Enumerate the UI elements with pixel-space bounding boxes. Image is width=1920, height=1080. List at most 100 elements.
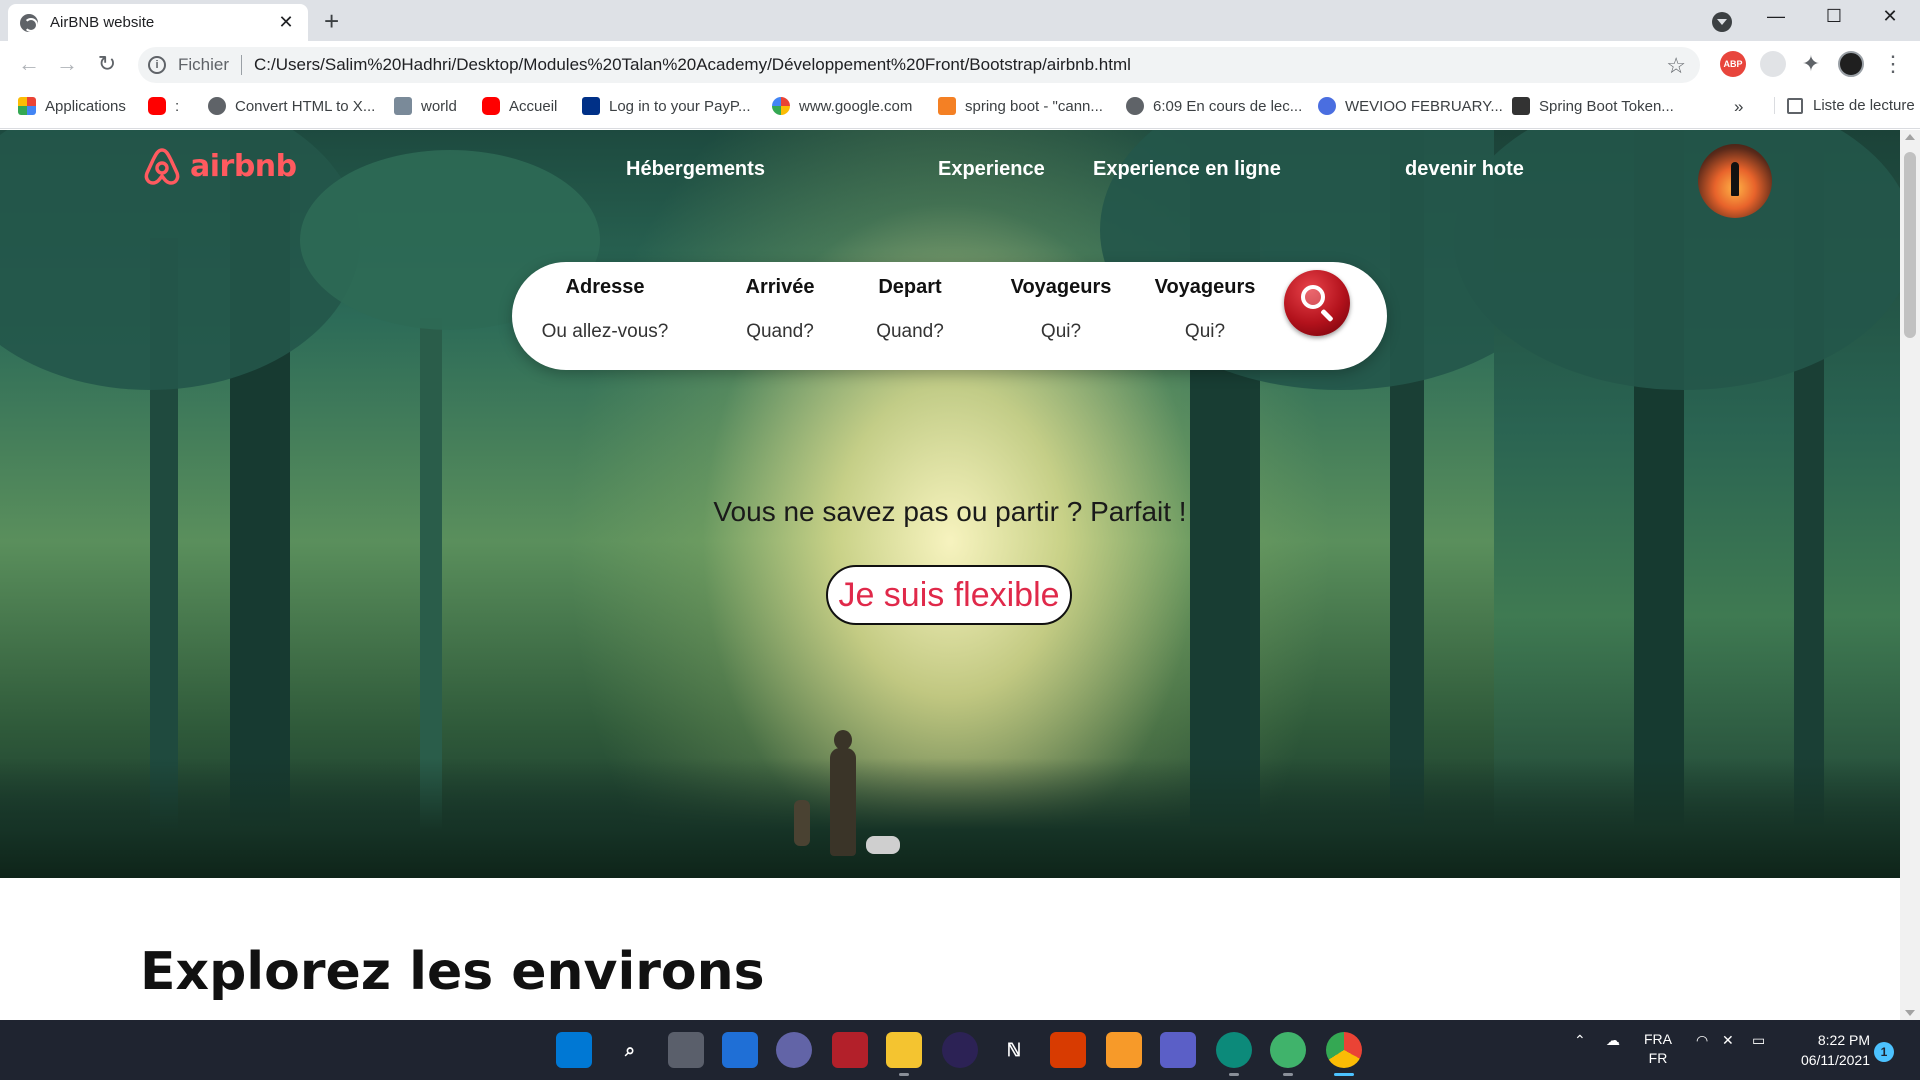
profile-avatar-icon[interactable] xyxy=(1838,51,1864,77)
zip-icon xyxy=(1512,97,1530,115)
bookmark-paypal[interactable]: Log in to your PayP... xyxy=(582,97,750,115)
search-button[interactable] xyxy=(1284,270,1350,336)
back-arrow-icon[interactable]: ← xyxy=(14,51,44,77)
reading-list-icon xyxy=(1787,97,1803,114)
adblock-icon[interactable]: ABP xyxy=(1720,51,1746,77)
reading-list-button[interactable]: Liste de lecture xyxy=(1774,97,1915,114)
airbnb-logo-icon xyxy=(144,148,180,185)
eclipse-icon[interactable] xyxy=(942,1032,978,1068)
search-field-arrivee[interactable]: Arrivée Quand? xyxy=(730,276,830,343)
bookmark-spring-token[interactable]: Spring Boot Token... xyxy=(1512,97,1674,115)
reading-list-label: Liste de lecture xyxy=(1813,97,1915,114)
bookmark-label: Log in to your PayP... xyxy=(609,97,751,115)
image-icon xyxy=(394,97,412,115)
search-field-adresse[interactable]: Adresse Ou allez-vous? xyxy=(540,276,670,343)
maximize-button[interactable]: ☐ xyxy=(1814,6,1854,27)
search-icon[interactable]: ⌕ xyxy=(612,1032,648,1068)
search-field-depart[interactable]: Depart Quand? xyxy=(860,276,960,343)
tab-search-icon[interactable] xyxy=(1712,12,1732,32)
bookmark-star-icon[interactable]: ☆ xyxy=(1666,53,1686,79)
address-bar[interactable]: i Fichier C:/Users/Salim%20Hadhri/Deskto… xyxy=(138,47,1700,83)
search-field-voyageurs[interactable]: Voyageurs Qui? xyxy=(1002,276,1120,343)
field-label: Voyageurs xyxy=(1154,276,1256,298)
scroll-up-icon[interactable] xyxy=(1905,134,1915,140)
section-title: Explorez les environs xyxy=(140,942,765,1002)
chat-icon[interactable] xyxy=(776,1032,812,1068)
globe-icon xyxy=(208,97,226,115)
address-url[interactable]: C:/Users/Salim%20Hadhri/Desktop/Modules%… xyxy=(254,55,1131,75)
bookmark-spring-boot[interactable]: spring boot - "cann... xyxy=(938,97,1103,115)
volume-muted-icon[interactable]: ✕ xyxy=(1722,1032,1734,1049)
address-scheme: Fichier xyxy=(178,55,230,74)
field-placeholder[interactable]: Quand? xyxy=(860,321,960,343)
reload-icon[interactable]: ↻ xyxy=(92,51,122,77)
bookmark-google[interactable]: www.google.com xyxy=(772,97,912,115)
close-window-button[interactable]: ✕ xyxy=(1870,6,1910,27)
user-avatar[interactable] xyxy=(1698,144,1772,218)
close-tab-icon[interactable]: ✕ xyxy=(276,12,296,33)
notion-icon[interactable]: ℕ xyxy=(996,1032,1032,1068)
more-bookmarks-icon[interactable]: » xyxy=(1734,97,1743,117)
file-explorer-icon[interactable] xyxy=(886,1032,922,1076)
page-viewport: airbnb Hébergements Experience Experienc… xyxy=(0,130,1920,1020)
nav-link-devenir-hote[interactable]: devenir hote xyxy=(1405,158,1524,181)
chrome-icon[interactable] xyxy=(1326,1032,1362,1076)
new-tab-button[interactable]: + xyxy=(324,8,339,34)
search-bar: Adresse Ou allez-vous? Arrivée Quand? De… xyxy=(512,262,1387,370)
nav-link-experience-en-ligne[interactable]: Experience en ligne xyxy=(1093,158,1281,181)
onedrive-icon[interactable]: ☁ xyxy=(1606,1032,1620,1049)
extension-icon[interactable] xyxy=(1760,51,1786,77)
nav-link-hebergements[interactable]: Hébergements xyxy=(626,158,765,181)
info-icon[interactable]: i xyxy=(148,56,166,74)
avatar-silhouette xyxy=(1731,162,1739,196)
bookmark-convert-html[interactable]: Convert HTML to X... xyxy=(208,97,375,115)
field-placeholder[interactable]: Quand? xyxy=(730,321,830,343)
sublime-icon[interactable] xyxy=(1106,1032,1142,1068)
bookmark-label: Convert HTML to X... xyxy=(235,97,376,115)
scrollbar-thumb[interactable] xyxy=(1904,152,1916,338)
field-label: Adresse xyxy=(565,276,645,298)
browser-menu-icon[interactable]: ⋮ xyxy=(1880,51,1906,77)
field-placeholder[interactable]: Ou allez-vous? xyxy=(540,321,670,343)
bookmark-youtube[interactable]: : xyxy=(148,97,179,115)
windows-start-icon[interactable] xyxy=(556,1032,592,1068)
clock-time: 8:22 PM xyxy=(1817,1032,1870,1048)
bookmark-wevioo[interactable]: WEVIOO FEBRUARY... xyxy=(1318,97,1503,115)
bookmark-accueil[interactable]: Accueil xyxy=(482,97,557,115)
task-view-icon[interactable] xyxy=(668,1032,704,1068)
tab-title: AirBNB website xyxy=(50,14,155,31)
tab-strip: AirBNB website ✕ + — ☐ ✕ xyxy=(0,0,1920,41)
battery-icon[interactable]: ▭ xyxy=(1752,1032,1765,1049)
field-label: Arrivée xyxy=(745,276,815,298)
nav-link-experience[interactable]: Experience xyxy=(938,158,1045,181)
bookmark-world[interactable]: world xyxy=(394,97,457,115)
notification-badge[interactable]: 1 xyxy=(1874,1042,1894,1062)
game-icon[interactable] xyxy=(832,1032,868,1068)
extensions-puzzle-icon[interactable]: ✦ xyxy=(1798,51,1824,77)
flexible-button[interactable]: Je suis flexible xyxy=(826,565,1072,625)
magnifier-icon xyxy=(1301,285,1325,309)
clock-date: 06/11/2021 xyxy=(1800,1052,1870,1068)
clock[interactable]: 8:22 PM 06/11/2021 xyxy=(1790,1030,1870,1070)
forward-arrow-icon[interactable]: → xyxy=(52,51,82,77)
field-placeholder[interactable]: Qui? xyxy=(1002,321,1120,343)
running-indicator xyxy=(1229,1073,1239,1076)
widgets-icon[interactable] xyxy=(722,1032,758,1068)
office-icon[interactable] xyxy=(1050,1032,1086,1068)
field-placeholder[interactable]: Qui? xyxy=(1146,321,1264,343)
bookmark-en-cours[interactable]: 6:09 En cours de lec... xyxy=(1126,97,1302,115)
page-scrollbar[interactable] xyxy=(1900,130,1920,1020)
scroll-down-icon[interactable] xyxy=(1905,1010,1915,1016)
minimize-button[interactable]: — xyxy=(1756,6,1796,27)
hikers-illustration xyxy=(770,728,910,878)
airbnb-logo[interactable]: airbnb xyxy=(140,144,297,188)
language-indicator[interactable]: FRA FR xyxy=(1644,1030,1672,1068)
tray-overflow-icon[interactable]: ⌃ xyxy=(1574,1032,1586,1049)
edge-icon[interactable] xyxy=(1216,1032,1252,1076)
wifi-icon[interactable]: ◠ xyxy=(1696,1032,1708,1049)
search-field-voyageurs-2[interactable]: Voyageurs Qui? xyxy=(1146,276,1264,343)
teams-icon[interactable] xyxy=(1160,1032,1196,1068)
browser-tab[interactable]: AirBNB website ✕ xyxy=(8,4,308,41)
bookmark-applications[interactable]: Applications xyxy=(18,97,126,115)
atom-icon[interactable] xyxy=(1270,1032,1306,1076)
